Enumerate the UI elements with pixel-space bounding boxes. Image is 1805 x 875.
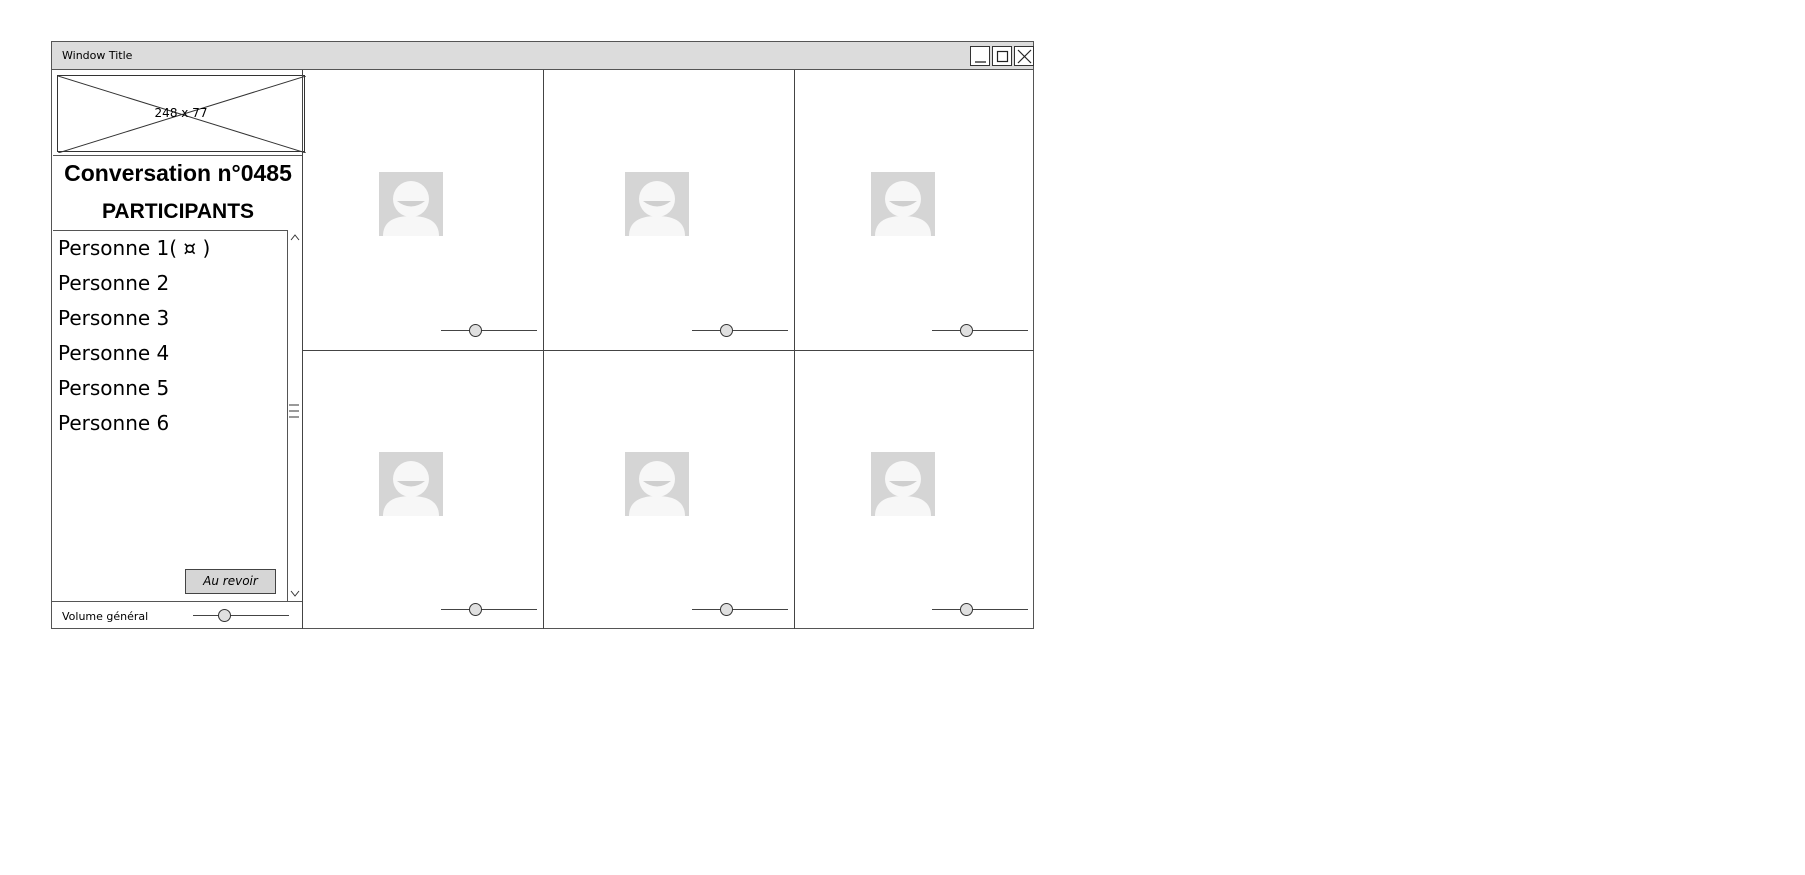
window-title: Window Title <box>62 49 133 62</box>
user-avatar-icon <box>625 452 689 516</box>
chevron-down-icon <box>290 590 300 597</box>
participant-video-tile[interactable] <box>795 70 1034 350</box>
scrollbar[interactable] <box>287 230 302 601</box>
goodbye-button[interactable]: Au revoir <box>185 569 276 594</box>
participant-volume-slider[interactable] <box>692 323 788 339</box>
list-item[interactable]: Personne 1( ¤ ) <box>58 236 210 260</box>
user-avatar-icon <box>379 172 443 236</box>
slider-track <box>932 609 1028 610</box>
list-item[interactable]: Personne 4 <box>58 341 169 365</box>
participant-video-tile[interactable] <box>544 351 794 629</box>
participant-volume-slider[interactable] <box>441 323 537 339</box>
close-button[interactable] <box>1014 46 1034 66</box>
participant-video-tile[interactable] <box>303 70 543 350</box>
slider-track <box>441 609 537 610</box>
slider-track <box>441 330 537 331</box>
slider-thumb[interactable] <box>720 324 733 337</box>
title-bar: Window Title <box>52 42 1034 70</box>
slider-thumb[interactable] <box>218 609 231 622</box>
participant-video-tile[interactable] <box>303 351 543 629</box>
participants-heading: PARTICIPANTS <box>101 200 255 223</box>
slider-thumb[interactable] <box>469 324 482 337</box>
user-avatar-icon <box>625 172 689 236</box>
minimize-icon <box>975 61 986 63</box>
slider-thumb[interactable] <box>960 603 973 616</box>
participant-volume-slider[interactable] <box>932 323 1028 339</box>
sidebar-header: Conversation n°0485 PARTICIPANTS <box>53 155 303 231</box>
slider-track <box>692 609 788 610</box>
slider-thumb[interactable] <box>960 324 973 337</box>
general-volume-label: Volume général <box>62 610 149 623</box>
slider-track <box>692 330 788 331</box>
participant-volume-slider[interactable] <box>441 602 537 618</box>
participant-volume-slider[interactable] <box>692 602 788 618</box>
slider-track <box>932 330 1028 331</box>
list-item[interactable]: Personne 6 <box>58 411 169 435</box>
minimize-button[interactable] <box>970 46 990 66</box>
logo-placeholder: 248 x 77 <box>57 75 306 153</box>
maximize-icon <box>996 50 1009 63</box>
user-avatar-icon <box>871 172 935 236</box>
conversation-title: Conversation n°0485 <box>64 160 292 186</box>
participant-video-tile[interactable] <box>795 351 1034 629</box>
video-grid <box>302 70 1034 629</box>
general-volume-slider[interactable] <box>193 608 289 624</box>
user-avatar-icon <box>871 452 935 516</box>
list-item[interactable]: Personne 5 <box>58 376 169 400</box>
app-window: Window Title 248 x 77 Conversation n°048… <box>51 41 1034 629</box>
participants-list[interactable]: Personne 1( ¤ ) Personne 2 Personne 3 Pe… <box>52 230 303 601</box>
list-item[interactable]: Personne 2 <box>58 271 169 295</box>
maximize-button[interactable] <box>992 46 1012 66</box>
general-volume-row: Volume général <box>52 601 303 629</box>
user-avatar-icon <box>379 452 443 516</box>
participant-video-tile[interactable] <box>544 70 794 350</box>
list-item[interactable]: Personne 3 <box>58 306 169 330</box>
slider-track <box>193 615 289 616</box>
close-icon <box>1017 49 1032 64</box>
participant-volume-slider[interactable] <box>932 602 1028 618</box>
slider-thumb[interactable] <box>720 603 733 616</box>
logo-placeholder-label: 248 x 77 <box>154 106 208 120</box>
chevron-up-icon <box>290 234 300 241</box>
slider-thumb[interactable] <box>469 603 482 616</box>
